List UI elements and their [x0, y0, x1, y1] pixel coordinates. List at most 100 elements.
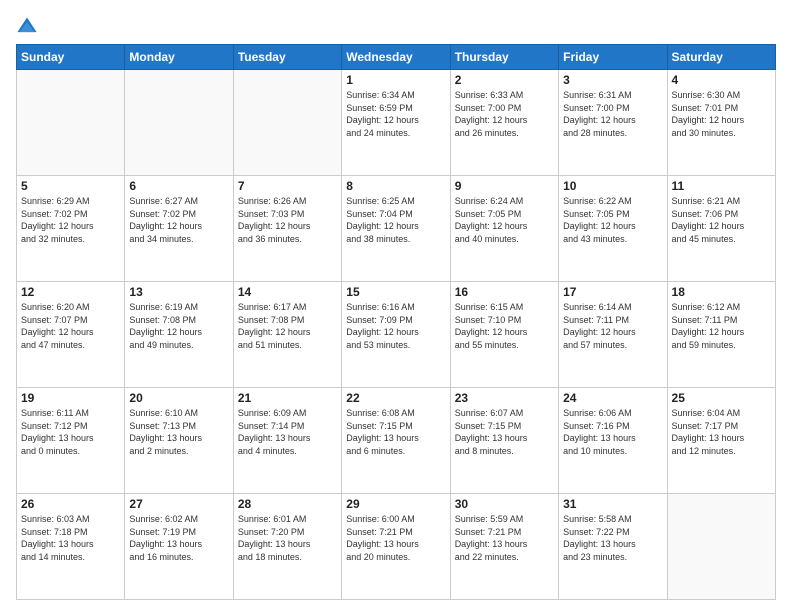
- cell-info: Sunrise: 6:29 AM Sunset: 7:02 PM Dayligh…: [21, 195, 120, 245]
- cell-info: Sunrise: 6:22 AM Sunset: 7:05 PM Dayligh…: [563, 195, 662, 245]
- day-number: 5: [21, 179, 120, 193]
- day-number: 7: [238, 179, 337, 193]
- cell-info: Sunrise: 6:34 AM Sunset: 6:59 PM Dayligh…: [346, 89, 445, 139]
- cell-info: Sunrise: 6:16 AM Sunset: 7:09 PM Dayligh…: [346, 301, 445, 351]
- cell-info: Sunrise: 6:17 AM Sunset: 7:08 PM Dayligh…: [238, 301, 337, 351]
- day-number: 1: [346, 73, 445, 87]
- day-number: 16: [455, 285, 554, 299]
- cell-info: Sunrise: 6:02 AM Sunset: 7:19 PM Dayligh…: [129, 513, 228, 563]
- calendar-cell-2-7: 11Sunrise: 6:21 AM Sunset: 7:06 PM Dayli…: [667, 176, 775, 282]
- calendar-cell-2-6: 10Sunrise: 6:22 AM Sunset: 7:05 PM Dayli…: [559, 176, 667, 282]
- cell-info: Sunrise: 5:59 AM Sunset: 7:21 PM Dayligh…: [455, 513, 554, 563]
- calendar-cell-1-6: 3 Sunrise: 6:31 AM Sunset: 7:00 PM Daylig…: [559, 70, 667, 176]
- day-number: 20: [129, 391, 228, 405]
- day-number: 9: [455, 179, 554, 193]
- day-number: 8: [346, 179, 445, 193]
- calendar-cell-4-3: 21 Sunrise: 6:09 AM Sunset: 7:14 PM Dayli…: [233, 388, 341, 494]
- calendar-cell-5-3: 28Sunrise: 6:01 AM Sunset: 7:20 PM Dayli…: [233, 494, 341, 600]
- calendar-cell-1-7: 4Sunrise: 6:30 AM Sunset: 7:01 PM Daylig…: [667, 70, 775, 176]
- cell-info: Sunrise: 5:58 AM Sunset: 7:22 PM Dayligh…: [563, 513, 662, 563]
- calendar-cell-3-4: 15 Sunrise: 6:16 AM Sunset: 7:09 PM Dayli…: [342, 282, 450, 388]
- calendar-table: SundayMondayTuesdayWednesdayThursdayFrid…: [16, 44, 776, 600]
- calendar-cell-3-2: 13 Sunrise: 6:19 AM Sunset: 7:08 PM Dayli…: [125, 282, 233, 388]
- cell-info: Sunrise: 6:04 AM Sunset: 7:17 PM Dayligh…: [672, 407, 771, 457]
- calendar-week-row-5: 26 Sunrise: 6:03 AM Sunset: 7:18 PM Dayli…: [17, 494, 776, 600]
- calendar-cell-1-2: [125, 70, 233, 176]
- calendar-cell-3-5: 16 Sunrise: 6:15 AM Sunset: 7:10 PM Dayli…: [450, 282, 558, 388]
- cell-info: Sunrise: 6:14 AM Sunset: 7:11 PM Dayligh…: [563, 301, 662, 351]
- weekday-header-row: SundayMondayTuesdayWednesdayThursdayFrid…: [17, 45, 776, 70]
- cell-info: Sunrise: 6:20 AM Sunset: 7:07 PM Dayligh…: [21, 301, 120, 351]
- cell-info: Sunrise: 6:27 AM Sunset: 7:02 PM Dayligh…: [129, 195, 228, 245]
- calendar-week-row-2: 5 Sunrise: 6:29 AM Sunset: 7:02 PM Daylig…: [17, 176, 776, 282]
- calendar-cell-1-3: [233, 70, 341, 176]
- weekday-header-saturday: Saturday: [667, 45, 775, 70]
- day-number: 19: [21, 391, 120, 405]
- day-number: 26: [21, 497, 120, 511]
- calendar-cell-2-5: 9 Sunrise: 6:24 AM Sunset: 7:05 PM Daylig…: [450, 176, 558, 282]
- calendar-cell-4-7: 25 Sunrise: 6:04 AM Sunset: 7:17 PM Dayli…: [667, 388, 775, 494]
- calendar-cell-3-6: 17 Sunrise: 6:14 AM Sunset: 7:11 PM Dayli…: [559, 282, 667, 388]
- calendar-cell-4-6: 24 Sunrise: 6:06 AM Sunset: 7:16 PM Dayli…: [559, 388, 667, 494]
- day-number: 31: [563, 497, 662, 511]
- calendar-cell-4-4: 22Sunrise: 6:08 AM Sunset: 7:15 PM Dayli…: [342, 388, 450, 494]
- cell-info: Sunrise: 6:24 AM Sunset: 7:05 PM Dayligh…: [455, 195, 554, 245]
- day-number: 28: [238, 497, 337, 511]
- calendar-cell-5-2: 27 Sunrise: 6:02 AM Sunset: 7:19 PM Dayli…: [125, 494, 233, 600]
- cell-info: Sunrise: 6:26 AM Sunset: 7:03 PM Dayligh…: [238, 195, 337, 245]
- cell-info: Sunrise: 6:06 AM Sunset: 7:16 PM Dayligh…: [563, 407, 662, 457]
- calendar-cell-5-7: [667, 494, 775, 600]
- day-number: 17: [563, 285, 662, 299]
- calendar-cell-2-1: 5 Sunrise: 6:29 AM Sunset: 7:02 PM Daylig…: [17, 176, 125, 282]
- day-number: 30: [455, 497, 554, 511]
- day-number: 15: [346, 285, 445, 299]
- day-number: 29: [346, 497, 445, 511]
- calendar-cell-5-1: 26 Sunrise: 6:03 AM Sunset: 7:18 PM Dayli…: [17, 494, 125, 600]
- day-number: 14: [238, 285, 337, 299]
- calendar-cell-1-5: 2 Sunrise: 6:33 AM Sunset: 7:00 PM Daylig…: [450, 70, 558, 176]
- day-number: 23: [455, 391, 554, 405]
- calendar-cell-3-7: 18Sunrise: 6:12 AM Sunset: 7:11 PM Dayli…: [667, 282, 775, 388]
- cell-info: Sunrise: 6:07 AM Sunset: 7:15 PM Dayligh…: [455, 407, 554, 457]
- weekday-header-sunday: Sunday: [17, 45, 125, 70]
- day-number: 25: [672, 391, 771, 405]
- page: SundayMondayTuesdayWednesdayThursdayFrid…: [0, 0, 792, 612]
- cell-info: Sunrise: 6:31 AM Sunset: 7:00 PM Dayligh…: [563, 89, 662, 139]
- cell-info: Sunrise: 6:25 AM Sunset: 7:04 PM Dayligh…: [346, 195, 445, 245]
- day-number: 3: [563, 73, 662, 87]
- cell-info: Sunrise: 6:10 AM Sunset: 7:13 PM Dayligh…: [129, 407, 228, 457]
- calendar-cell-1-4: 1 Sunrise: 6:34 AM Sunset: 6:59 PM Daylig…: [342, 70, 450, 176]
- day-number: 27: [129, 497, 228, 511]
- cell-info: Sunrise: 6:11 AM Sunset: 7:12 PM Dayligh…: [21, 407, 120, 457]
- cell-info: Sunrise: 6:03 AM Sunset: 7:18 PM Dayligh…: [21, 513, 120, 563]
- calendar-cell-1-1: [17, 70, 125, 176]
- calendar-cell-5-6: 31 Sunrise: 5:58 AM Sunset: 7:22 PM Dayli…: [559, 494, 667, 600]
- calendar-cell-4-5: 23 Sunrise: 6:07 AM Sunset: 7:15 PM Dayli…: [450, 388, 558, 494]
- weekday-header-wednesday: Wednesday: [342, 45, 450, 70]
- weekday-header-friday: Friday: [559, 45, 667, 70]
- cell-info: Sunrise: 6:09 AM Sunset: 7:14 PM Dayligh…: [238, 407, 337, 457]
- day-number: 6: [129, 179, 228, 193]
- day-number: 18: [672, 285, 771, 299]
- calendar-cell-4-1: 19 Sunrise: 6:11 AM Sunset: 7:12 PM Dayli…: [17, 388, 125, 494]
- day-number: 21: [238, 391, 337, 405]
- day-number: 13: [129, 285, 228, 299]
- cell-info: Sunrise: 6:33 AM Sunset: 7:00 PM Dayligh…: [455, 89, 554, 139]
- calendar-week-row-3: 12 Sunrise: 6:20 AM Sunset: 7:07 PM Dayli…: [17, 282, 776, 388]
- logo-icon: [16, 16, 38, 38]
- calendar-cell-2-4: 8 Sunrise: 6:25 AM Sunset: 7:04 PM Daylig…: [342, 176, 450, 282]
- cell-info: Sunrise: 6:08 AM Sunset: 7:15 PM Dayligh…: [346, 407, 445, 457]
- day-number: 12: [21, 285, 120, 299]
- calendar-cell-4-2: 20 Sunrise: 6:10 AM Sunset: 7:13 PM Dayli…: [125, 388, 233, 494]
- cell-info: Sunrise: 6:19 AM Sunset: 7:08 PM Dayligh…: [129, 301, 228, 351]
- day-number: 24: [563, 391, 662, 405]
- calendar-week-row-4: 19 Sunrise: 6:11 AM Sunset: 7:12 PM Dayli…: [17, 388, 776, 494]
- day-number: 11: [672, 179, 771, 193]
- calendar-cell-2-3: 7 Sunrise: 6:26 AM Sunset: 7:03 PM Daylig…: [233, 176, 341, 282]
- day-number: 2: [455, 73, 554, 87]
- cell-info: Sunrise: 6:15 AM Sunset: 7:10 PM Dayligh…: [455, 301, 554, 351]
- calendar-cell-3-1: 12 Sunrise: 6:20 AM Sunset: 7:07 PM Dayli…: [17, 282, 125, 388]
- cell-info: Sunrise: 6:00 AM Sunset: 7:21 PM Dayligh…: [346, 513, 445, 563]
- cell-info: Sunrise: 6:30 AM Sunset: 7:01 PM Dayligh…: [672, 89, 771, 139]
- calendar-cell-3-3: 14 Sunrise: 6:17 AM Sunset: 7:08 PM Dayli…: [233, 282, 341, 388]
